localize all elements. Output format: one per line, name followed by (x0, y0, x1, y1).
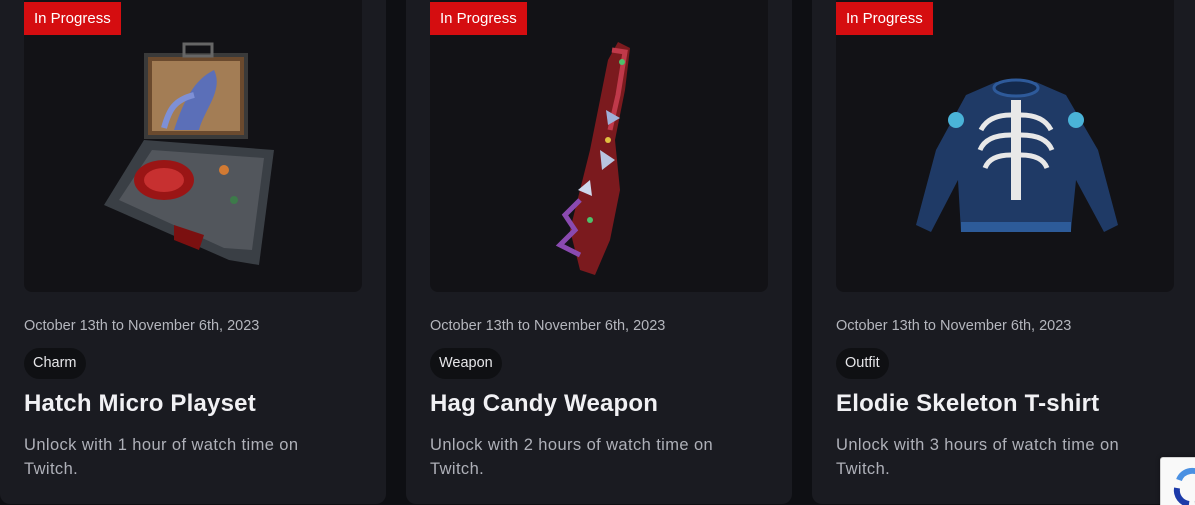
reward-description: Unlock with 1 hour of watch time on Twit… (24, 436, 299, 478)
event-dates: October 13th to November 6th, 2023 (24, 318, 260, 334)
event-dates: October 13th to November 6th, 2023 (430, 318, 666, 334)
reward-description: Unlock with 3 hours of watch time on Twi… (836, 436, 1120, 478)
candy-claw-weapon-image (555, 42, 630, 275)
reward-image-frame: In Progress (24, 0, 362, 292)
status-badge: In Progress (430, 2, 527, 35)
reward-title[interactable]: Elodie Skeleton T-shirt (836, 390, 1099, 418)
reward-title[interactable]: Hatch Micro Playset (24, 390, 256, 418)
reward-description: Unlock with 2 hours of watch time on Twi… (430, 436, 714, 478)
reward-image-frame: In Progress (836, 0, 1174, 292)
reward-card[interactable]: In Progress October 13th to November 6th… (406, 0, 792, 504)
status-badge: In Progress (836, 2, 933, 35)
reward-title[interactable]: Hag Candy Weapon (430, 390, 658, 418)
category-tag: Outfit (836, 348, 889, 379)
reward-card[interactable]: In Progress October 13th to November 6th… (0, 0, 386, 504)
rewards-page: In Progress October 13th to November 6th… (0, 0, 1195, 505)
recaptcha-icon (1173, 467, 1195, 505)
category-tag: Weapon (430, 348, 502, 379)
reward-image-frame: In Progress (430, 0, 768, 292)
skeleton-sweater-image (916, 78, 1118, 232)
briefcase-playset-image (104, 42, 274, 265)
reward-card[interactable]: In Progress October 13th to November 6th… (812, 0, 1195, 504)
event-dates: October 13th to November 6th, 2023 (836, 318, 1072, 334)
recaptcha-badge[interactable] (1160, 457, 1195, 505)
category-tag: Charm (24, 348, 86, 379)
status-badge: In Progress (24, 2, 121, 35)
